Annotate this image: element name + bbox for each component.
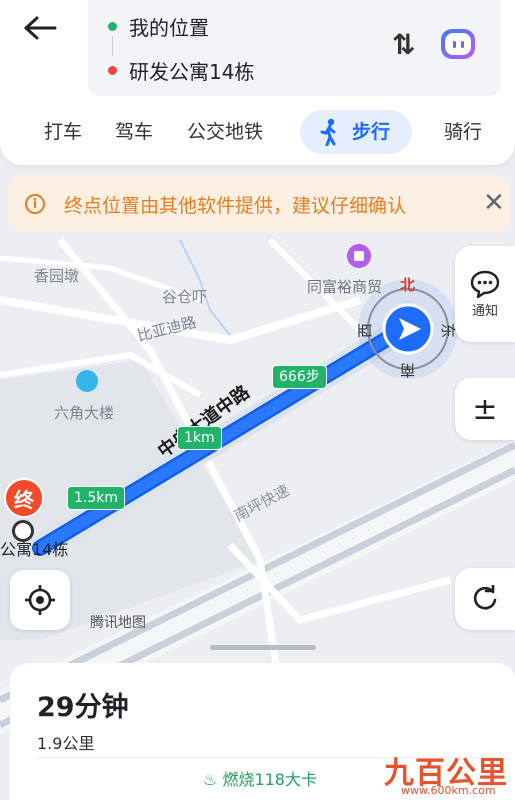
tab-walk-label: 步行 [352,121,391,143]
shop-poi-icon [347,244,371,268]
distance-tag-666: 666步 [272,365,327,389]
refresh-button[interactable] [455,568,515,630]
map-label-liujiao-building: 六角大楼 [54,404,115,422]
arrow-left-icon [24,16,57,40]
origin-dot-icon [108,22,117,31]
flame-icon: ♨ [203,770,218,789]
origin-text: 我的位置 [129,16,209,40]
compass-south: 南 [400,361,416,379]
map-attribution: 腾讯地图 [90,615,146,631]
chat-bubble-icon [470,270,500,298]
distance-tag-1-5km: 1.5km [67,486,126,510]
tab-bike[interactable]: 骑行 [444,110,482,154]
distance-tag-1km: 1km [177,426,222,450]
sheet-handle[interactable] [210,645,316,650]
tab-taxi[interactable]: 打车 [44,110,82,154]
notice-text: 终点位置由其他软件提供，建议仔细确认 [64,195,407,217]
tab-drive[interactable]: 驾车 [115,110,153,154]
tab-transit[interactable]: 公交地铁 [187,110,263,154]
swap-icon[interactable]: ⇅ [392,28,415,61]
route-header: 我的位置 研发公寓14栋 ⇅ 打车 驾车 公交地铁 步行 骑行 [0,0,515,165]
calories-row: ♨ 燃烧118大卡 [203,766,317,790]
eta-text: 29分钟 [37,692,129,723]
compass-west: 西 [356,322,375,339]
destination-text: 研发公寓14栋 [129,60,255,84]
destination-pin [12,520,34,542]
travel-mode-tabs: 打车 驾车 公交地铁 步行 骑行 [0,110,515,154]
walk-icon [320,118,336,146]
close-icon[interactable]: ✕ [483,188,505,218]
watermark-url: www.600km.com [401,784,496,797]
tab-walk[interactable]: 步行 [300,110,413,154]
info-icon: i [25,194,45,214]
route-connector [112,36,113,56]
distance-text: 1.9公里 [37,734,95,753]
origin-row[interactable]: 我的位置 [108,12,209,41]
notify-label: 通知 [471,303,498,319]
route-input-box: 我的位置 研发公寓14栋 [88,0,501,96]
end-marker[interactable]: 终 [4,478,44,518]
building-poi-icon [76,370,98,392]
map-label-gucangka: 谷仓吓 [162,288,208,306]
notify-button[interactable]: 通知 [455,246,515,342]
map-label-xiangyuandun: 香园墩 [34,267,80,285]
map-label-destination: 公寓14栋 [0,540,69,559]
compass-north: 北 [400,276,416,294]
crosshair-icon [25,585,55,615]
locate-button[interactable] [10,570,70,630]
destination-row[interactable]: 研发公寓14栋 [108,56,254,85]
destination-dot-icon [108,66,117,75]
watermark-logo: 九百公里 www.600km.com [384,748,515,800]
assistant-icon[interactable] [441,29,475,59]
refresh-icon [473,585,497,610]
zoom-button[interactable]: ± [455,378,515,440]
destination-notice: i 终点位置由其他软件提供，建议仔细确认 ✕ [8,176,510,232]
back-button[interactable] [18,10,62,46]
zoom-icon: ± [472,391,498,427]
calories-text: 燃烧118大卡 [222,770,317,789]
compass[interactable]: 北 南 东 西 [355,276,461,382]
